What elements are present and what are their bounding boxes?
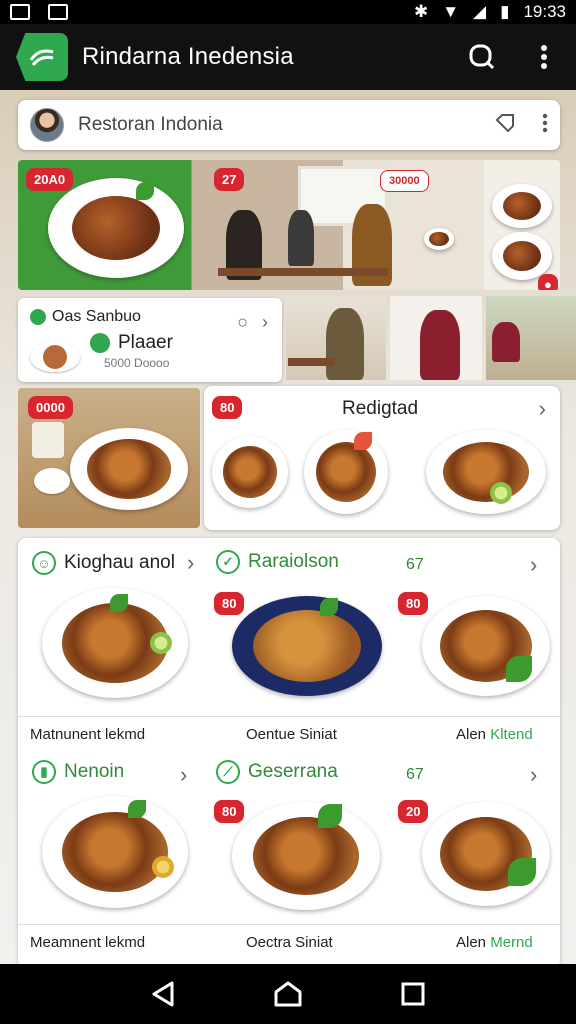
hero-badge-right: 30000	[380, 170, 429, 192]
divider	[18, 716, 560, 717]
chevron-right-icon[interactable]: ›	[530, 552, 537, 578]
table-image	[218, 268, 388, 276]
avatar[interactable]	[30, 108, 64, 142]
hero-banner[interactable]: 20A0 27 30000 ●	[18, 160, 560, 290]
price-badge: 80	[214, 800, 245, 823]
battery-icon: ▮	[500, 2, 510, 21]
recommended-card[interactable]: 80 Redigtad ›	[204, 386, 560, 530]
main-content: Restoran Indonia 20A0 27 30000 ● Oas San	[0, 90, 576, 964]
menu-item-name[interactable]: Alen Mernd	[456, 934, 533, 951]
tag-icon[interactable]	[494, 112, 516, 139]
chevron-right-icon[interactable]: ›	[530, 762, 537, 788]
back-icon[interactable]	[143, 974, 183, 1014]
app-title: Rindarna Inedensia	[82, 43, 294, 70]
menu-item-name[interactable]: Matnunent lekmd	[30, 726, 145, 743]
system-nav-bar	[0, 964, 576, 1024]
dish-image	[70, 428, 188, 510]
bookmark-icon: ▮	[32, 760, 56, 784]
category-header[interactable]: ✓ Raraiolson	[216, 550, 339, 574]
side-dish-image	[492, 184, 552, 228]
soup-bowl-image	[424, 228, 454, 250]
menu-item-image[interactable]	[42, 796, 188, 908]
promo-card[interactable]: Oas Sanbuo Plaaer 5000 Doooo ○ ›	[18, 298, 282, 382]
chevron-right-icon[interactable]: ›	[187, 550, 194, 576]
price-badge: 20	[398, 800, 429, 823]
restaurant-photo[interactable]	[286, 296, 386, 380]
recommended-title: Redigtad	[342, 398, 419, 419]
category-header[interactable]: ⟋ Geserrana	[216, 760, 338, 784]
hero-badge-left: 20A0	[26, 168, 74, 191]
category-header[interactable]: ▮ Nenoin	[32, 760, 124, 784]
app-bar: Rindarna Inedensia	[0, 24, 576, 90]
badge-icon	[90, 333, 110, 353]
price-badge: 80	[398, 592, 429, 615]
overflow-menu-icon[interactable]	[542, 113, 548, 138]
more-options-icon[interactable]	[528, 41, 560, 73]
garnish-image	[136, 182, 154, 200]
hero-small-badge: ●	[538, 274, 558, 290]
hero-badge-mid: 27	[214, 168, 245, 191]
wifi-icon: ▼	[442, 2, 460, 21]
menu-card: ☺ Kioghau anol › ✓ Raraiolson 67 › 80 80…	[18, 538, 560, 964]
search-input[interactable]: Restoran Indonia	[78, 114, 223, 136]
app-notification-icon	[48, 4, 68, 20]
dish-image[interactable]	[212, 436, 288, 508]
restaurant-table-photo[interactable]: 0000	[18, 388, 200, 528]
menu-item-image[interactable]	[422, 802, 550, 906]
status-bar: ✱ ▼ ◢ ▮ 19:33	[0, 0, 576, 24]
diner-figure	[288, 210, 314, 266]
price-badge: 80	[214, 592, 245, 615]
category-count: 67	[406, 766, 424, 783]
dish-image[interactable]	[426, 430, 546, 514]
menu-item-name[interactable]: Oentue Siniat	[246, 726, 337, 743]
dish-image[interactable]	[304, 430, 388, 514]
signal-icon: ◢	[473, 2, 487, 21]
restaurant-photo[interactable]	[390, 296, 482, 380]
chevron-right-icon[interactable]: ›	[262, 312, 268, 333]
promo-subtitle: Plaaer	[118, 332, 173, 353]
category-count: 67	[406, 556, 424, 573]
menu-item-image[interactable]	[232, 596, 382, 696]
search-icon[interactable]	[466, 41, 498, 73]
menu-item-name[interactable]: Alen Kltend	[456, 726, 533, 743]
sauce-cup-image	[34, 468, 70, 494]
gallery-notification-icon	[10, 4, 30, 20]
recents-icon[interactable]	[393, 974, 433, 1014]
promo-dish-image	[30, 342, 80, 372]
recommended-badge: 80	[212, 396, 243, 419]
photo-badge: 0000	[28, 396, 73, 419]
promo-title: Oas Sanbuo	[52, 308, 141, 325]
menu-item-image[interactable]	[422, 596, 550, 696]
smile-icon: ☺	[32, 551, 56, 575]
drink-glass-image	[32, 422, 64, 458]
home-icon[interactable]	[268, 974, 308, 1014]
side-dish-image	[492, 232, 552, 280]
category-header[interactable]: ☺ Kioghau anol ›	[32, 550, 194, 576]
check-icon: ✓	[216, 550, 240, 574]
restaurant-photo[interactable]	[486, 296, 576, 380]
leaf-icon: ⟋	[216, 760, 240, 784]
menu-item-name[interactable]: Oectra Siniat	[246, 934, 333, 951]
circle-icon[interactable]: ○	[237, 312, 248, 333]
chevron-right-icon[interactable]: ›	[180, 762, 187, 788]
status-time: 19:33	[523, 2, 566, 21]
divider	[18, 924, 560, 925]
search-bar[interactable]: Restoran Indonia	[18, 100, 560, 150]
app-logo-icon[interactable]	[16, 33, 68, 81]
verified-icon	[30, 309, 46, 325]
bluetooth-icon: ✱	[413, 2, 429, 21]
chevron-right-icon[interactable]: ›	[539, 396, 546, 422]
hero-dish-image	[48, 178, 184, 278]
menu-item-name[interactable]: Meamnent lekmd	[30, 934, 145, 951]
menu-item-image[interactable]	[232, 802, 380, 910]
promo-caption: 5000 Doooo	[104, 356, 170, 370]
